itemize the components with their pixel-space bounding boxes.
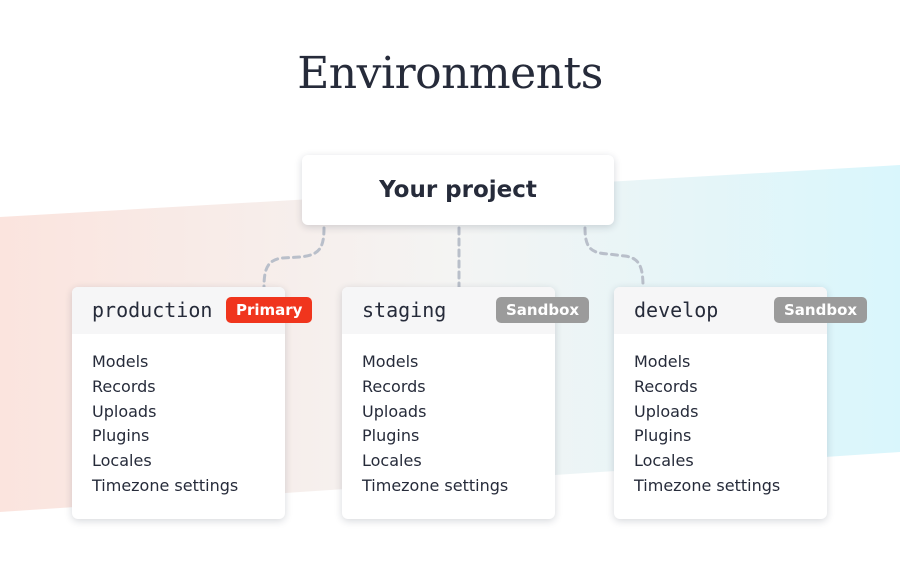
list-item: Models <box>634 352 691 371</box>
list-item: Locales <box>92 451 152 471</box>
list-item: Models <box>362 352 419 371</box>
list-item: Plugins <box>92 426 150 446</box>
environment-card-develop: develop Sandbox Models Records Uploads P… <box>614 287 868 519</box>
list-item: Timezone settings <box>362 475 509 495</box>
list-item: Locales <box>634 451 694 471</box>
environment-name: staging <box>362 298 447 322</box>
environment-card-staging: staging Sandbox Models Records Uploads P… <box>342 287 590 519</box>
list-item: Uploads <box>634 401 699 421</box>
list-item: Timezone settings <box>634 475 781 495</box>
list-item: Records <box>92 376 156 396</box>
card-header: develop Sandbox <box>614 287 868 334</box>
environment-items: Models Records Uploads Plugins Locales T… <box>362 350 508 499</box>
list-item: Uploads <box>362 401 427 421</box>
project-label: Your project <box>379 177 537 203</box>
page-title: Environments <box>297 48 603 99</box>
list-item: Plugins <box>634 426 692 446</box>
environment-items: Models Records Uploads Plugins Locales T… <box>634 350 780 499</box>
list-item: Records <box>362 376 426 396</box>
sandbox-badge: Sandbox <box>496 297 590 323</box>
primary-badge: Primary <box>226 297 313 323</box>
environment-name: develop <box>634 298 719 322</box>
list-item: Records <box>634 376 698 396</box>
environment-card-production: production Primary Models Records Upload… <box>72 287 313 519</box>
environment-items: Models Records Uploads Plugins Locales T… <box>92 350 238 499</box>
list-item: Timezone settings <box>92 475 239 495</box>
sandbox-badge: Sandbox <box>774 297 868 323</box>
list-item: Plugins <box>362 426 420 446</box>
environment-name: production <box>92 298 213 322</box>
list-item: Models <box>92 352 149 371</box>
list-item: Uploads <box>92 401 157 421</box>
list-item: Locales <box>362 451 422 471</box>
card-header: staging Sandbox <box>342 287 590 334</box>
project-box: Your project <box>302 155 614 225</box>
card-header: production Primary <box>72 287 313 334</box>
